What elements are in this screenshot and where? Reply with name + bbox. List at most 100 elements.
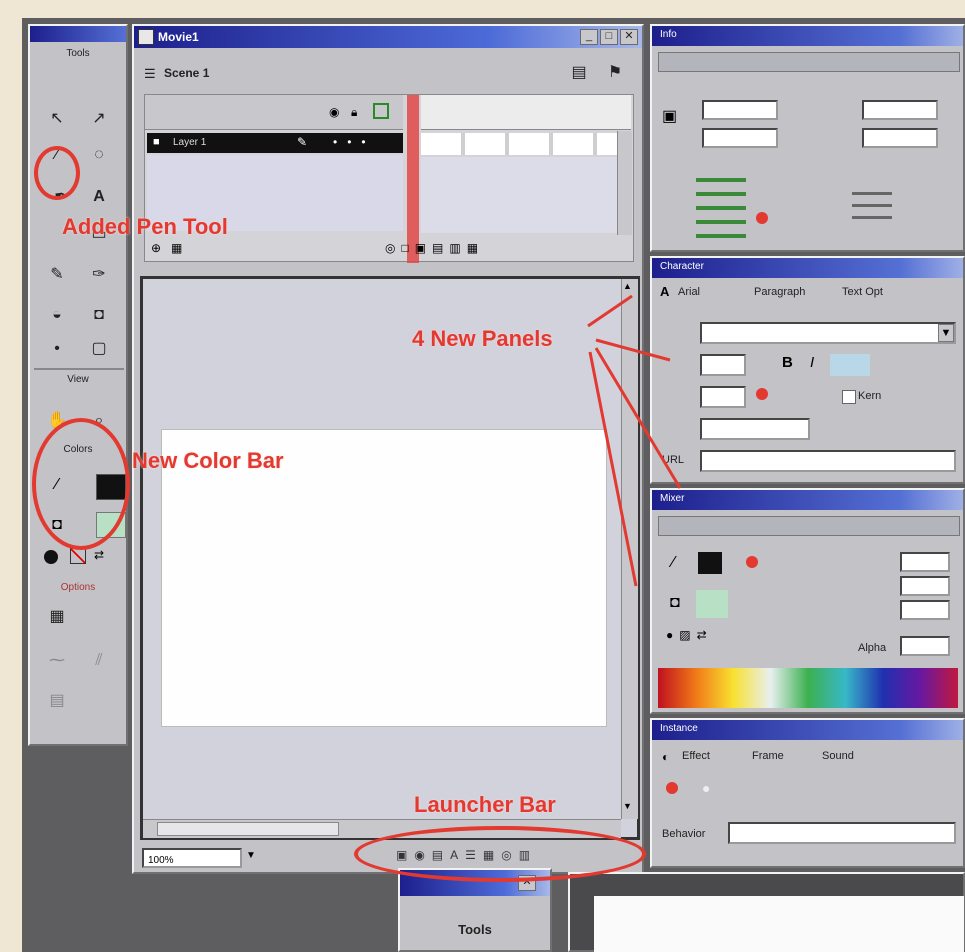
character-tab-icon[interactable]: A [660,284,669,299]
info-panel-tabs[interactable] [658,52,960,72]
minimize-button[interactable]: _ [580,29,598,45]
instance-symbol-icon: ● [702,780,711,796]
subselect-tool-icon[interactable]: ↗ [86,106,112,132]
info-panel: Info ▣ [650,24,965,252]
close-button[interactable]: ✕ [620,29,638,45]
mixer-default-icons[interactable]: ●▨⇄ [666,628,713,642]
option-extra-icon[interactable]: ▤ [44,688,70,714]
pencil-tool-icon[interactable]: ✎ [44,262,70,288]
layer-icon: ■ [153,136,160,148]
bottom-canvas-area [594,896,964,952]
scroll-down-arrow-icon[interactable]: ▼ [623,801,632,811]
font-size-field[interactable] [700,354,746,376]
baseline-field[interactable] [700,418,810,440]
tracking-field[interactable] [700,386,746,408]
edit-symbols-icon[interactable]: ▤ [566,60,592,86]
no-color-icon[interactable] [70,548,86,564]
kern-label: Kern [858,390,882,402]
text-color-swatch[interactable] [830,354,870,376]
instance-tab-icon[interactable]: ◐ [662,750,669,764]
delete-layer-icon[interactable]: ▦ [171,241,182,255]
arrow-tool-icon[interactable]: ↖ [44,106,70,132]
vertical-scrollbar[interactable]: ▲ ▼ [621,279,638,819]
info-panel-titlebar: Info [652,26,963,46]
sound-tab[interactable]: Sound [822,750,854,762]
alpha-label: Alpha [858,642,887,654]
timeline-scrollbar[interactable] [617,131,632,235]
ink-bottle-tool-icon[interactable]: ◒ [44,302,70,328]
bold-button[interactable]: B [782,354,793,371]
new-panels-annotation: 4 New Panels [412,326,553,351]
brush-tool-icon[interactable]: ✑ [86,262,112,288]
toolbox-panel: Tools ↖ ↗ ∕ ◌ ✒ A ▭ ✎ ✑ ◒ ◘ • ▢ View ✋ ⌕… [28,24,128,746]
scroll-up-arrow-icon[interactable]: ▲ [623,281,632,291]
url-field[interactable] [700,450,956,472]
frame-area [421,157,631,233]
mixer-fill-swatch[interactable] [696,590,728,618]
straighten-option-icon[interactable]: ⫽ [86,648,112,674]
mixer-marker-icon [746,556,758,568]
rgb-readout [696,178,746,238]
playhead[interactable] [407,95,419,263]
x-field[interactable] [862,100,938,120]
text-options-tab[interactable]: Text Opt [842,286,883,298]
smooth-option-icon[interactable]: ⁓ [44,648,70,674]
green-field[interactable] [900,576,950,596]
zoom-value: 100% [148,855,174,866]
default-colors-icon[interactable] [44,550,58,564]
pen-tool-annotation: Added Pen Tool [62,214,228,239]
zoom-field[interactable]: 100% [142,848,242,868]
launcher-bar-highlight-ring [354,826,646,882]
layer-name: Layer 1 [173,137,207,148]
add-layer-icon[interactable]: ⊕ [151,241,161,255]
edit-scene-icon[interactable]: ⚑ [602,60,628,86]
instance-panel: Instance ◐ Effect Frame Sound ● Behavior [650,718,965,868]
height-field[interactable] [702,128,778,148]
alpha-field[interactable] [900,636,950,656]
swap-colors-icon[interactable]: ⇄ [94,546,112,564]
toolbox-title: Tools [66,48,90,59]
view-section-label: View [67,374,89,385]
blue-field[interactable] [900,600,950,620]
effect-tab[interactable]: Effect [682,750,710,762]
timeline-status-icons[interactable]: ◎□▣▤▥▦ [385,241,484,255]
paint-bucket-tool-icon[interactable]: ◘ [86,302,112,328]
scroll-thumb[interactable] [157,822,339,836]
info-size-icon: ▣ [662,108,678,125]
url-label: URL [662,454,685,466]
color-spectrum[interactable] [658,668,958,708]
mixer-stroke-swatch[interactable] [698,552,722,574]
bottom-canvas-window [568,872,965,952]
red-field[interactable] [900,552,950,572]
font-dropdown-icon[interactable]: ▼ [938,324,954,342]
italic-button[interactable]: I [810,354,814,371]
scene-label: Scene 1 [164,66,210,80]
character-font-tab[interactable]: Arial [678,286,700,298]
mixer-fill-icon[interactable]: ◘ [670,594,680,612]
font-field[interactable] [700,322,956,344]
kern-checkbox[interactable] [842,390,856,404]
mixer-panel: Mixer ∕ ◘ ●▨⇄ Alpha [650,488,965,714]
instance-panel-title: Instance [660,723,698,734]
mixer-tabs[interactable] [658,516,960,536]
snap-option-icon[interactable]: ▦ [44,604,70,630]
lock-layers-icon[interactable]: 🔒︎ [351,105,357,120]
behavior-select[interactable] [728,822,956,844]
text-tool-icon[interactable]: A [86,184,112,210]
mixer-stroke-icon[interactable]: ∕ [672,554,675,572]
lasso-tool-icon[interactable]: ◌ [86,142,112,168]
pen-tool-highlight-ring [34,146,80,200]
zoom-dropdown-icon[interactable]: ▼ [246,850,256,861]
outline-layers-icon[interactable] [373,103,389,119]
layer-row[interactable]: ■ Layer 1 ✎ ••• [147,133,403,153]
paragraph-tab[interactable]: Paragraph [754,286,805,298]
maximize-button[interactable]: □ [600,29,618,45]
width-field[interactable] [702,100,778,120]
eraser-tool-icon[interactable]: ▢ [86,336,112,362]
frame-tab[interactable]: Frame [752,750,784,762]
frame-cells[interactable] [421,133,631,155]
show-hide-layers-icon[interactable]: ◉ [329,105,339,119]
dropper-tool-icon[interactable]: • [44,336,70,362]
color-bar-annotation: New Color Bar [132,448,284,473]
y-field[interactable] [862,128,938,148]
